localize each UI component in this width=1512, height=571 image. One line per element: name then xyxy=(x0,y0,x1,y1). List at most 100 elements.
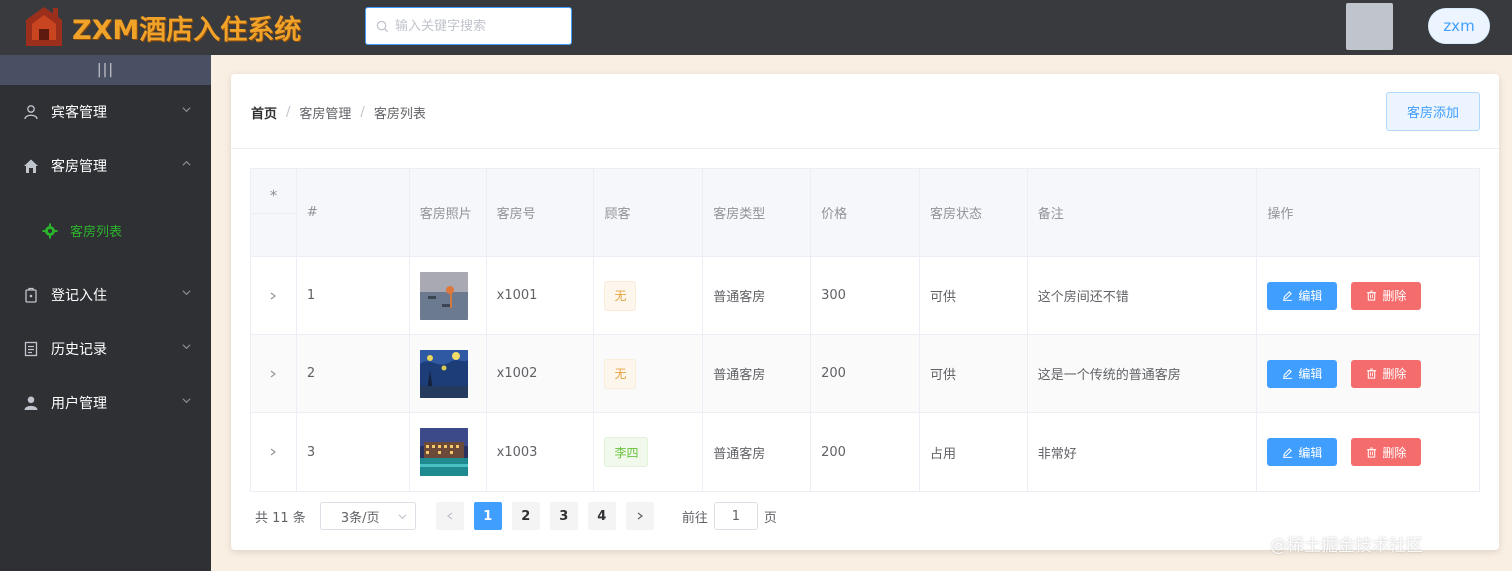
breadcrumb-room-management[interactable]: 客房管理 xyxy=(299,103,351,122)
edit-icon xyxy=(1283,291,1293,301)
column-header: 客房照片 xyxy=(410,169,487,256)
goto-prefix: 前往 xyxy=(681,510,708,526)
page-button-3[interactable]: 3 xyxy=(549,502,578,530)
chevron-down-icon xyxy=(398,513,407,519)
goto-suffix: 页 xyxy=(763,510,777,526)
sidebar-item-label: 用户管理 xyxy=(51,396,107,412)
breadcrumb-home[interactable]: 首页 xyxy=(251,103,277,122)
breadcrumb: 首页 / 客房管理 / 客房列表 xyxy=(251,103,426,122)
search-icon xyxy=(376,20,389,32)
expand-row-toggle[interactable] xyxy=(251,257,297,334)
username-button[interactable]: zxm xyxy=(1428,8,1490,44)
add-room-button[interactable]: 客房添加 xyxy=(1386,92,1480,131)
sidebar-item-label: 宾客管理 xyxy=(51,105,107,121)
edit-button-label: 编辑 xyxy=(1298,367,1323,381)
app-title: ZXM酒店入住系统 xyxy=(72,14,302,46)
room-status: 可供 xyxy=(920,257,1028,334)
room-photo-thumbnail[interactable] xyxy=(419,271,468,320)
avatar[interactable] xyxy=(1346,3,1393,50)
breadcrumb-separator: / xyxy=(286,105,291,120)
sidebar-item-user-management[interactable]: 用户管理 xyxy=(0,376,211,430)
room-type: 普通客房 xyxy=(703,257,812,334)
chevron-down-icon xyxy=(182,398,191,404)
delete-button-label: 删除 xyxy=(1382,445,1407,460)
goto-page-input[interactable]: 1 xyxy=(713,502,758,530)
sidebar-subitem-room-list[interactable]: 客房列表 xyxy=(0,193,211,268)
watermark: @稀土掘金技术社区 xyxy=(1270,536,1423,556)
chevron-right-icon xyxy=(271,292,277,299)
prev-page-button[interactable] xyxy=(435,502,464,530)
search-box[interactable] xyxy=(365,7,572,45)
expand-row-toggle[interactable] xyxy=(251,413,297,491)
room-price: 200 xyxy=(811,335,920,412)
edit-button[interactable]: 编辑 xyxy=(1267,281,1338,310)
room-photo-cell xyxy=(410,257,487,334)
row-index: 1 xyxy=(297,257,410,334)
table-row: 1 x1001 无 普通客房 300 可供 这个房间还不错 编辑 删除 xyxy=(251,257,1479,335)
pagination: 共 11 条 3条/页 1 2 3 4 前往 1 页 xyxy=(255,502,777,530)
lock-icon xyxy=(22,286,40,304)
page-size-select[interactable]: 3条/页 xyxy=(319,502,416,530)
edit-button-label: 编辑 xyxy=(1298,445,1323,460)
app-logo[interactable]: ZXM酒店入住系统 xyxy=(22,2,301,52)
room-price: 300 xyxy=(811,257,920,334)
delete-button[interactable]: 删除 xyxy=(1351,281,1422,310)
room-photo-cell xyxy=(410,413,487,491)
header-divider xyxy=(231,148,1499,149)
column-header: 客房状态 xyxy=(920,169,1028,256)
sidebar-item-guest-management[interactable]: 宾客管理 xyxy=(0,85,211,139)
delete-button[interactable]: 删除 xyxy=(1351,359,1422,388)
edit-button-label: 编辑 xyxy=(1298,289,1323,303)
room-number: x1002 xyxy=(487,335,595,412)
sidebar-item-check-in[interactable]: 登记入住 xyxy=(0,268,211,322)
sidebar-item-label: 登记入住 xyxy=(51,288,107,304)
guest-tag: 无 xyxy=(604,280,637,311)
hotel-logo-icon xyxy=(26,7,62,46)
edit-icon xyxy=(1283,447,1293,458)
column-header: # xyxy=(297,169,410,256)
expand-header-icon: ⁎ xyxy=(251,169,296,214)
edit-button[interactable]: 编辑 xyxy=(1267,438,1338,466)
sidebar-item-history[interactable]: 历史记录 xyxy=(0,322,211,376)
delete-button-label: 删除 xyxy=(1382,367,1407,381)
sidebar-collapse-toggle[interactable]: ||| xyxy=(0,55,211,85)
room-note: 这是一个传统的普通客房 xyxy=(1028,335,1258,412)
room-note: 非常好 xyxy=(1028,413,1258,491)
top-header: ZXM酒店入住系统 zxm xyxy=(0,0,1512,55)
room-type: 普通客房 xyxy=(703,335,812,412)
page-button-2[interactable]: 2 xyxy=(511,502,540,530)
goto-page: 前往 1 页 xyxy=(682,502,777,530)
edit-button[interactable]: 编辑 xyxy=(1267,359,1338,388)
pagination-total: 共 11 条 xyxy=(255,510,306,526)
next-page-button[interactable] xyxy=(625,502,654,530)
row-index: 2 xyxy=(297,335,410,412)
room-photo-thumbnail[interactable] xyxy=(419,428,468,476)
column-header: 客房类型 xyxy=(703,169,812,256)
collapse-icon: ||| xyxy=(96,62,115,78)
expand-column-header: ⁎ xyxy=(251,169,297,256)
page-button-1[interactable]: 1 xyxy=(473,502,502,530)
chevron-down-icon xyxy=(182,344,191,350)
room-table: ⁎ # 客房照片 客房号 顾客 客房类型 价格 客房状态 备注 操作 1 x10… xyxy=(250,168,1480,492)
search-input[interactable] xyxy=(395,18,565,34)
chevron-right-icon xyxy=(271,370,277,377)
chevron-left-icon xyxy=(446,512,453,520)
room-photo-thumbnail[interactable] xyxy=(419,349,468,398)
home-icon xyxy=(22,157,40,175)
chevron-down-icon xyxy=(182,107,191,113)
chevron-right-icon xyxy=(271,448,277,456)
actions-cell: 编辑 删除 xyxy=(1257,257,1479,334)
sidebar-item-label: 历史记录 xyxy=(51,342,107,358)
table-row: 2 x1002 无 普通客房 200 可供 这是一个传统的普通客房 编辑 删除 xyxy=(251,335,1479,413)
column-header: 价格 xyxy=(811,169,920,256)
page-button-4[interactable]: 4 xyxy=(587,502,616,530)
actions-cell: 编辑 删除 xyxy=(1257,413,1479,491)
guest-tag: 李四 xyxy=(604,437,649,467)
person-icon xyxy=(22,394,40,412)
breadcrumb-room-list: 客房列表 xyxy=(373,107,426,122)
sidebar-item-room-management[interactable]: 客房管理 xyxy=(0,139,211,193)
expand-row-toggle[interactable] xyxy=(251,335,297,412)
chevron-right-icon xyxy=(637,512,643,520)
gear-icon xyxy=(42,223,58,238)
delete-button[interactable]: 删除 xyxy=(1351,438,1422,466)
